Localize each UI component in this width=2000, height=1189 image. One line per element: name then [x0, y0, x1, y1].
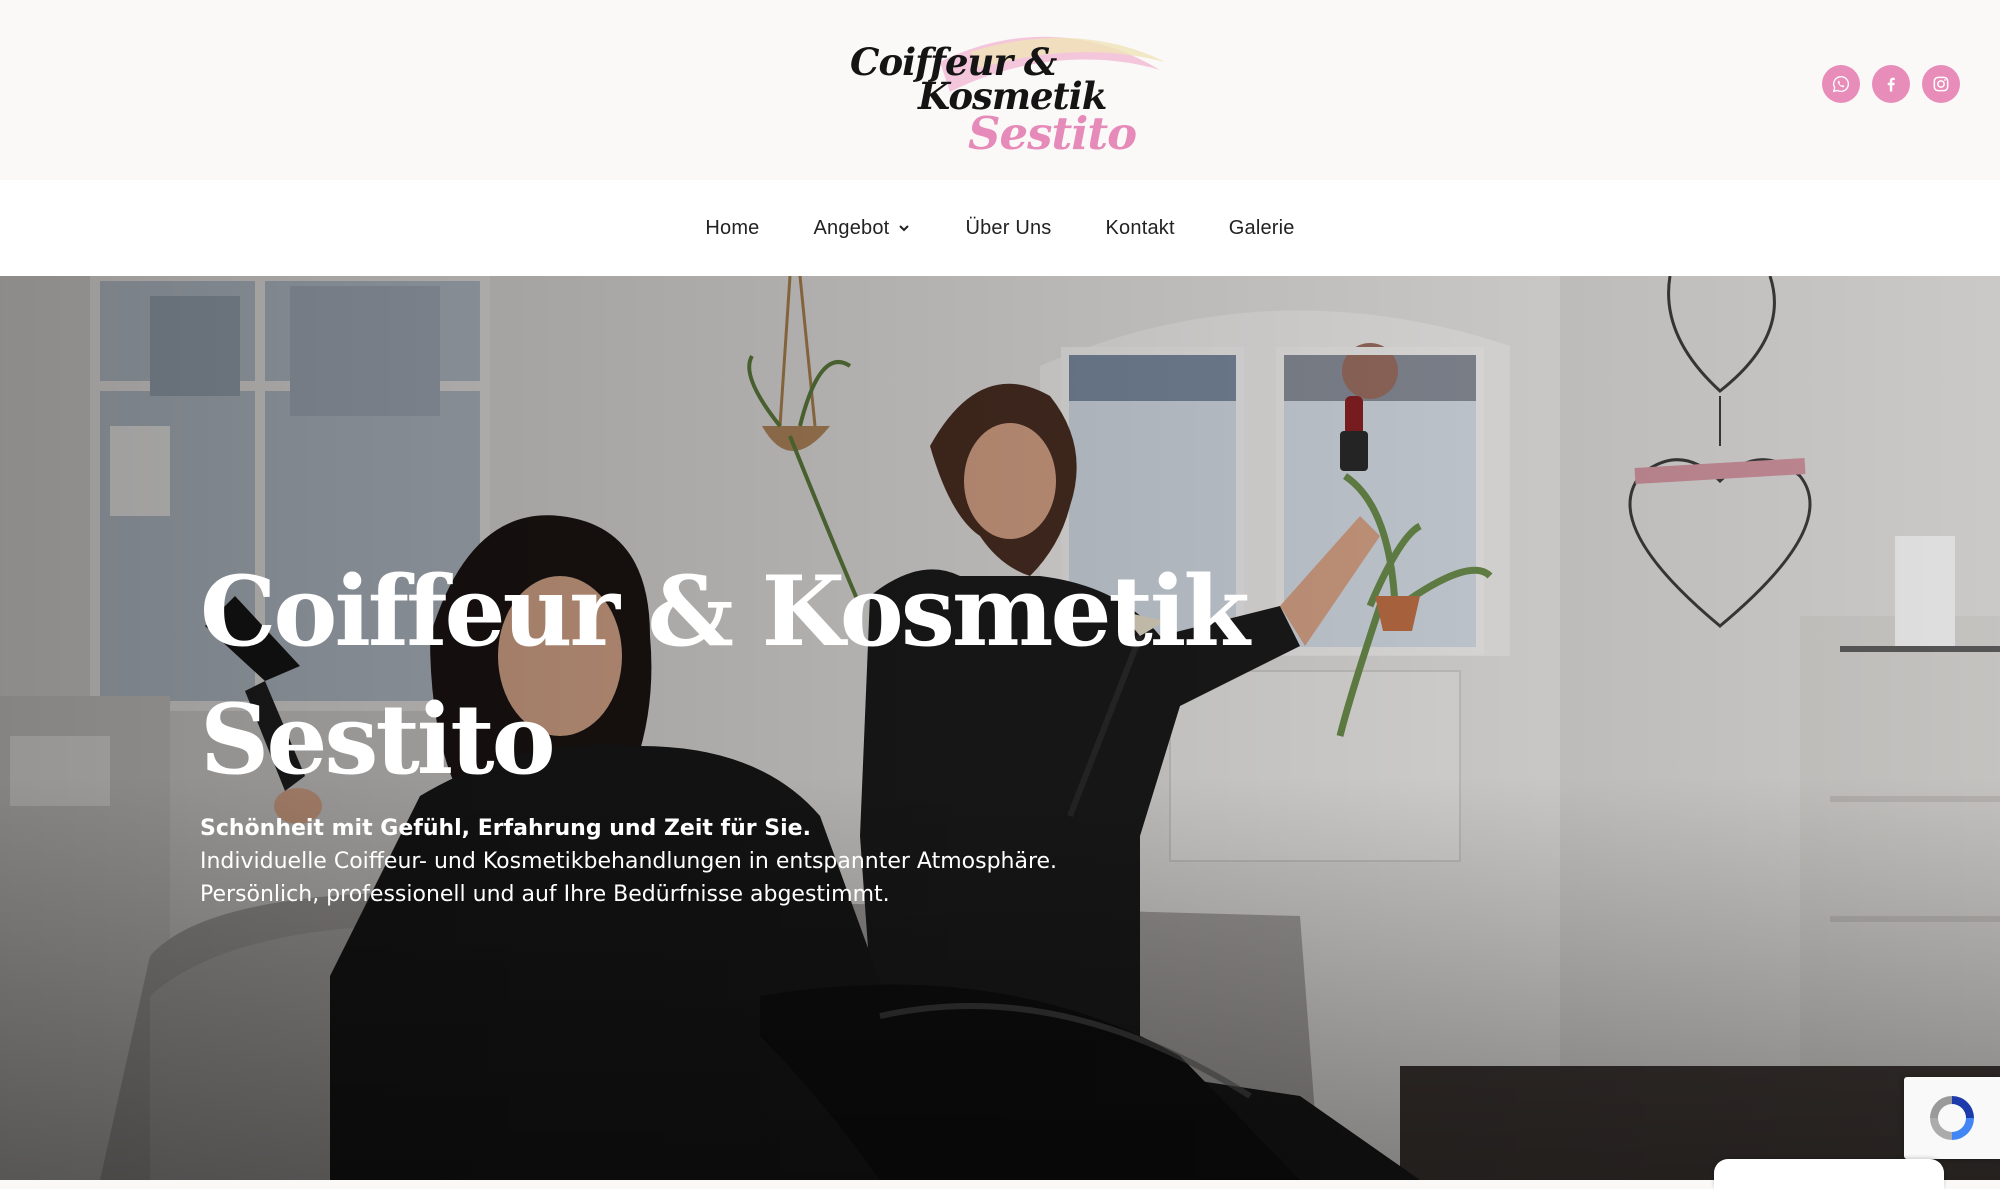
- recaptcha-icon: [1930, 1096, 1974, 1140]
- site-header: Coiffeur & Kosmetik Sestito: [0, 0, 2000, 181]
- whatsapp-icon: [1832, 75, 1850, 93]
- nav-item-kontakt[interactable]: Kontakt: [1079, 217, 1202, 240]
- social-links: [1822, 65, 1960, 103]
- hero-subtitle-bold: Schönheit mit Gefühl, Erfahrung und Zeit…: [200, 816, 811, 841]
- facebook-link[interactable]: [1872, 65, 1910, 103]
- recaptcha-badge[interactable]: [1904, 1077, 2000, 1159]
- chevron-down-icon: [899, 225, 910, 232]
- instagram-icon: [1933, 76, 1949, 92]
- nav-item-home[interactable]: Home: [678, 217, 786, 240]
- nav-label: Galerie: [1228, 216, 1295, 239]
- facebook-icon: [1887, 77, 1895, 92]
- whatsapp-link[interactable]: [1822, 65, 1860, 103]
- nav-item-angebot[interactable]: Angebot: [787, 217, 939, 240]
- nav-item-ueber-uns[interactable]: Über Uns: [938, 217, 1078, 240]
- logo-text-sestito: Sestito: [968, 107, 1137, 160]
- nav-label: Kontakt: [1105, 216, 1175, 239]
- hero-title: Coiffeur & Kosmetik Sestito: [200, 548, 1300, 804]
- nav-item-galerie[interactable]: Galerie: [1202, 217, 1322, 240]
- chat-widget-tab[interactable]: [1714, 1159, 1944, 1189]
- instagram-link[interactable]: [1922, 65, 1960, 103]
- nav-label: Home: [705, 216, 760, 239]
- hero-title-line1: Coiffeur & Kosmetik: [200, 555, 1250, 668]
- hero-subtitle: Schönheit mit Gefühl, Erfahrung und Zeit…: [200, 812, 1300, 911]
- site-logo[interactable]: Coiffeur & Kosmetik Sestito: [840, 22, 1170, 162]
- nav-label: Über Uns: [965, 216, 1052, 239]
- hero-title-line2: Sestito: [200, 683, 556, 796]
- nav-label: Angebot: [813, 216, 890, 239]
- main-navigation: Home Angebot Über Uns Kontakt Galerie: [0, 180, 2000, 276]
- hero-subtitle-line3: Persönlich, professionell und auf Ihre B…: [200, 882, 890, 907]
- hero-subtitle-line2: Individuelle Coiffeur- und Kosmetikbehan…: [200, 849, 1058, 874]
